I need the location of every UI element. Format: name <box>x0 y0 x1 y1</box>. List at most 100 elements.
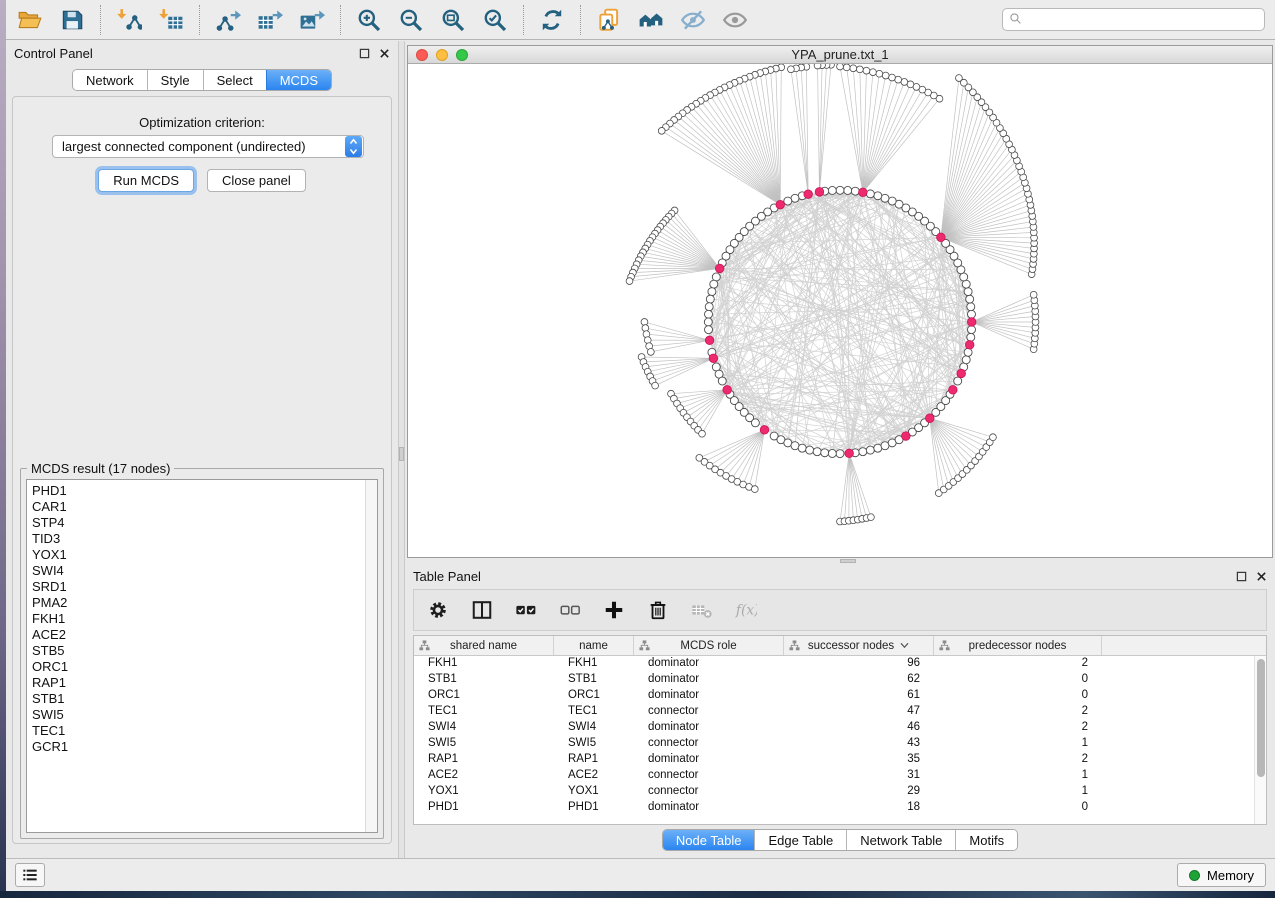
search-input[interactable] <box>1026 13 1258 27</box>
table-row-FKH1[interactable]: FKH1FKH1dominator962 <box>414 656 1254 672</box>
select-all-icon[interactable] <box>512 596 540 624</box>
memory-status-icon <box>1189 870 1200 881</box>
table-row-TEC1[interactable]: TEC1TEC1connector472 <box>414 704 1254 720</box>
refresh-icon[interactable] <box>538 6 566 34</box>
main-toolbar <box>6 0 1275 40</box>
table-tab-edge-table[interactable]: Edge Table <box>754 830 846 850</box>
result-node-item[interactable]: STP4 <box>32 515 365 531</box>
zoom-selected-icon[interactable] <box>481 6 509 34</box>
first-neighbors-icon[interactable] <box>637 6 665 34</box>
delete-column-icon[interactable] <box>644 596 672 624</box>
column-header-MCDS-role[interactable]: MCDS role <box>634 636 784 655</box>
cell: RAP1 <box>554 752 634 768</box>
close-panel-icon[interactable] <box>379 48 390 59</box>
column-header-predecessor-nodes[interactable]: predecessor nodes <box>934 636 1102 655</box>
cell: 1 <box>934 784 1102 800</box>
table-scrollbar-thumb[interactable] <box>1257 659 1265 777</box>
table-scrollbar[interactable] <box>1254 656 1266 824</box>
table-row-RAP1[interactable]: RAP1RAP1dominator352 <box>414 752 1254 768</box>
result-node-item[interactable]: FKH1 <box>32 611 365 627</box>
vertical-splitter[interactable] <box>398 41 405 858</box>
result-node-item[interactable]: STB5 <box>32 643 365 659</box>
memory-button[interactable]: Memory <box>1177 863 1266 887</box>
zoom-in-icon[interactable] <box>355 6 383 34</box>
tab-style[interactable]: Style <box>147 70 203 90</box>
tab-group: NetworkStyleSelectMCDS <box>72 69 332 91</box>
result-node-item[interactable]: TID3 <box>32 531 365 547</box>
import-network-icon[interactable] <box>115 6 143 34</box>
criterion-select[interactable]: largest connected component (undirected) <box>52 135 364 158</box>
float-panel-icon[interactable] <box>359 48 370 59</box>
result-list-scrollbar[interactable] <box>365 480 377 832</box>
settings-gear-icon[interactable] <box>424 596 452 624</box>
search-box[interactable] <box>1002 8 1265 31</box>
cell: TEC1 <box>414 704 554 720</box>
result-node-item[interactable]: RAP1 <box>32 675 365 691</box>
run-mcds-button[interactable]: Run MCDS <box>98 169 194 192</box>
table-row-ORC1[interactable]: ORC1ORC1dominator610 <box>414 688 1254 704</box>
result-node-item[interactable]: SRD1 <box>32 579 365 595</box>
result-node-item[interactable]: PHD1 <box>32 483 365 499</box>
export-network-icon[interactable] <box>214 6 242 34</box>
table-tab-motifs[interactable]: Motifs <box>955 830 1017 850</box>
cell: dominator <box>634 800 784 816</box>
save-session-icon[interactable] <box>58 6 86 34</box>
result-node-item[interactable]: GCR1 <box>32 739 365 755</box>
add-column-icon[interactable] <box>600 596 628 624</box>
result-node-item[interactable]: YOX1 <box>32 547 365 563</box>
open-file-icon[interactable] <box>16 6 44 34</box>
mcds-result-group: MCDS result (17 nodes) PHD1CAR1STP4TID3Y… <box>20 468 384 839</box>
table-row-YOX1[interactable]: YOX1YOX1connector291 <box>414 784 1254 800</box>
network-view[interactable] <box>408 64 1272 557</box>
status-bar: Memory <box>6 858 1275 891</box>
hide-selected-icon[interactable] <box>679 6 707 34</box>
cell: 1 <box>934 736 1102 752</box>
tab-network[interactable]: Network <box>73 70 147 90</box>
cell: RAP1 <box>414 752 554 768</box>
table-row-STB1[interactable]: STB1STB1dominator620 <box>414 672 1254 688</box>
table-row-SWI5[interactable]: SWI5SWI5connector431 <box>414 736 1254 752</box>
duplicate-network-icon[interactable] <box>595 6 623 34</box>
result-node-item[interactable]: PMA2 <box>32 595 365 611</box>
column-header-shared-name[interactable]: shared name <box>414 636 554 655</box>
zoom-out-icon[interactable] <box>397 6 425 34</box>
export-table-icon[interactable] <box>256 6 284 34</box>
result-node-item[interactable]: SWI4 <box>32 563 365 579</box>
close-panel-button[interactable]: Close panel <box>207 169 306 192</box>
zoom-fit-icon[interactable] <box>439 6 467 34</box>
result-node-item[interactable]: TEC1 <box>32 723 365 739</box>
column-label: successor nodes <box>808 640 894 652</box>
column-header-successor-nodes[interactable]: successor nodes <box>784 636 934 655</box>
task-history-button[interactable] <box>15 863 45 887</box>
float-table-panel-icon[interactable] <box>1236 571 1247 582</box>
cell: SWI5 <box>414 736 554 752</box>
tab-mcds[interactable]: MCDS <box>266 70 331 90</box>
result-node-item[interactable]: SWI5 <box>32 707 365 723</box>
result-node-item[interactable]: ORC1 <box>32 659 365 675</box>
table-tab-node-table[interactable]: Node Table <box>663 830 755 850</box>
import-table-icon[interactable] <box>157 6 185 34</box>
table-row-SWI4[interactable]: SWI4SWI4dominator462 <box>414 720 1254 736</box>
result-node-item[interactable]: STB1 <box>32 691 365 707</box>
table-row-PHD1[interactable]: PHD1PHD1dominator180 <box>414 800 1254 816</box>
close-table-panel-icon[interactable] <box>1256 571 1267 582</box>
export-image-icon[interactable] <box>298 6 326 34</box>
deselect-all-icon[interactable] <box>556 596 584 624</box>
cell: PHD1 <box>414 800 554 816</box>
svg-text:f(x): f(x) <box>735 603 757 619</box>
columns-icon[interactable] <box>468 596 496 624</box>
cell: SWI4 <box>554 720 634 736</box>
table-tab-network-table[interactable]: Network Table <box>846 830 955 850</box>
table-row-ACE2[interactable]: ACE2ACE2connector311 <box>414 768 1254 784</box>
show-all-icon[interactable] <box>721 6 749 34</box>
tab-select[interactable]: Select <box>203 70 266 90</box>
result-node-item[interactable]: CAR1 <box>32 499 365 515</box>
mcds-result-list[interactable]: PHD1CAR1STP4TID3YOX1SWI4SRD1PMA2FKH1ACE2… <box>26 479 378 833</box>
control-panel-title: Control Panel <box>14 46 93 61</box>
result-node-item[interactable]: ACE2 <box>32 627 365 643</box>
column-header-name[interactable]: name <box>554 636 634 655</box>
cell: dominator <box>634 688 784 704</box>
table-tabs: Node TableEdge TableNetwork TableMotifs <box>413 829 1267 851</box>
vertical-splitter-grip[interactable] <box>399 447 404 461</box>
cell: TEC1 <box>554 704 634 720</box>
